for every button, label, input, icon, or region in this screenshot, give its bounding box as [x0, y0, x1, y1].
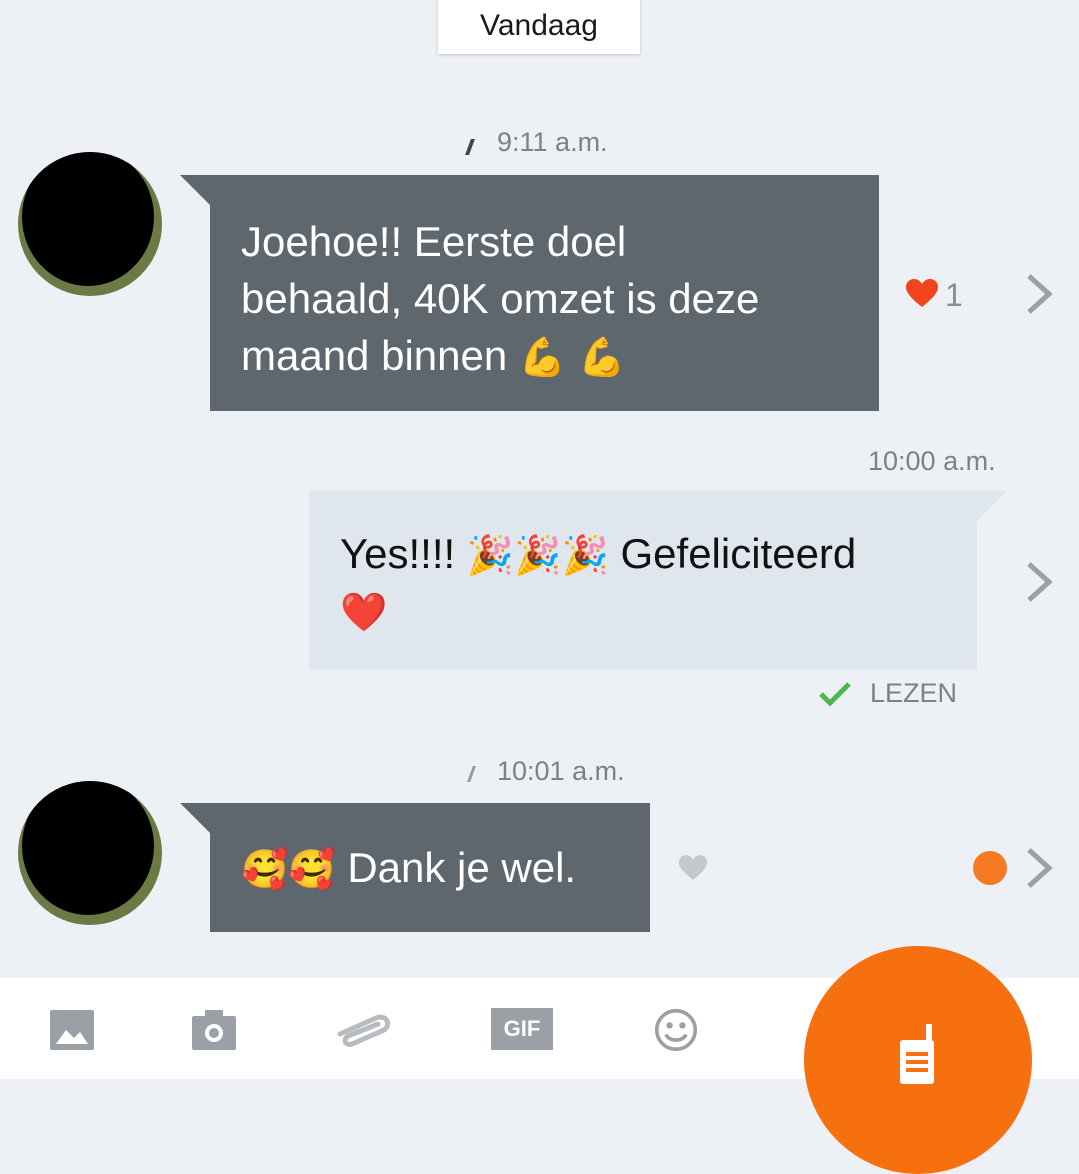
- message-text-line: Joehoe!! Eerste doel: [241, 218, 627, 265]
- chevron-right-icon[interactable]: [1020, 272, 1058, 316]
- image-icon[interactable]: [48, 1008, 96, 1052]
- camera-icon[interactable]: [190, 1008, 238, 1052]
- unread-indicator: [973, 851, 1007, 885]
- avatar[interactable]: [18, 781, 162, 925]
- voice-message-button[interactable]: [804, 946, 1032, 1174]
- gif-label: GIF: [503, 1016, 541, 1041]
- gif-icon[interactable]: GIF: [491, 1008, 553, 1050]
- read-receipt: LEZEN: [818, 678, 957, 709]
- chevron-right-icon[interactable]: [1020, 560, 1058, 604]
- message-text: Dank je wel.: [347, 844, 577, 891]
- message-bubble-incoming[interactable]: 🥰🥰 Dank je wel.: [180, 803, 650, 932]
- walkie-talkie-icon: [900, 1024, 934, 1084]
- avatar[interactable]: [18, 152, 162, 296]
- heart-outline-icon[interactable]: [678, 854, 708, 881]
- party-popper-emoji: 🎉🎉🎉: [466, 533, 609, 577]
- red-heart-emoji: ❤️: [340, 590, 388, 634]
- message-text: Gefeliciteerd: [620, 530, 857, 577]
- paperclip-icon[interactable]: [332, 1008, 394, 1052]
- message-timestamp: 10:00 a.m.: [868, 446, 996, 476]
- message-bubble-outgoing[interactable]: Yes!!!! 🎉🎉🎉 Gefeliciteerd ❤️: [309, 491, 1007, 670]
- read-status-label: LEZEN: [870, 678, 958, 708]
- smiley-icon[interactable]: [652, 1008, 700, 1052]
- reaction-count: 1: [945, 277, 963, 313]
- chevron-right-icon[interactable]: [1020, 846, 1058, 890]
- date-separator-label: Vandaag: [480, 9, 598, 42]
- sender-name-fragment: [467, 766, 476, 782]
- message-text-line: behaald, 40K omzet is deze: [241, 275, 760, 322]
- checkmark-icon: [819, 681, 851, 707]
- message-text-line: maand binnen: [241, 332, 508, 379]
- message-timestamp: 10:01 a.m.: [497, 756, 625, 786]
- message-text: Yes!!!!: [340, 530, 456, 577]
- sender-name-fragment: [465, 139, 475, 155]
- message-bubble-incoming[interactable]: Joehoe!! Eerste doel behaald, 40K omzet …: [180, 175, 879, 411]
- flexed-biceps-emoji: 💪 💪: [518, 335, 626, 379]
- message-timestamp: 9:11 a.m.: [497, 127, 608, 157]
- smiling-face-with-hearts-emoji: 🥰🥰: [241, 847, 336, 891]
- date-separator: Vandaag: [438, 0, 640, 54]
- heart-icon[interactable]: [905, 278, 939, 308]
